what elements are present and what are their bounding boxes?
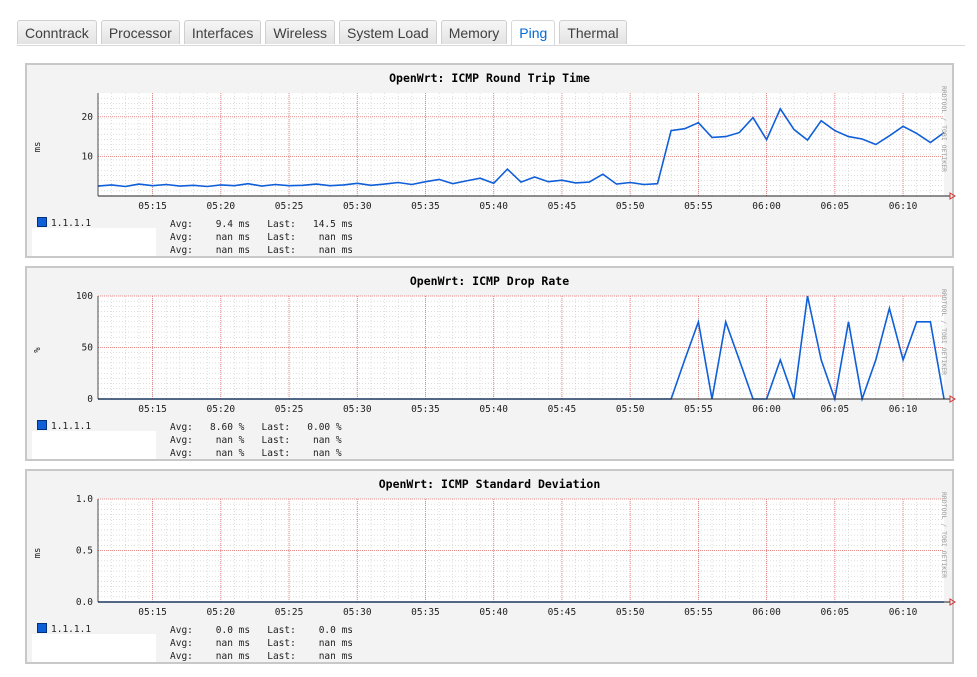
stats-line: Avg: nan ms Last: nan ms: [170, 245, 354, 256]
x-tick-label: 05:40: [479, 607, 508, 618]
x-tick-label: 05:45: [548, 607, 577, 618]
y-tick-label: 1.0: [76, 494, 93, 505]
x-axis-arrow-icon: [949, 192, 956, 200]
stats-line: Avg: nan ms Last: nan ms: [170, 651, 354, 662]
x-tick-label: 05:45: [548, 201, 577, 212]
y-tick-label: 0.5: [76, 546, 93, 557]
y-tick-label: 20: [82, 112, 94, 123]
x-axis-arrow-icon: [949, 598, 956, 606]
x-tick-label: 05:40: [479, 201, 508, 212]
stats-line: Avg: nan ms Last: nan ms: [170, 232, 354, 243]
x-tick-label: 06:10: [889, 404, 918, 415]
legend-blank: [32, 431, 156, 459]
x-tick-label: 05:50: [616, 201, 645, 212]
stats-block: Avg: 9.4 ms Last: 14.5 ms Avg: nan ms Las…: [170, 218, 353, 257]
stats-block: Avg: 8.60 % Last: 0.00 % Avg: nan % Last:…: [170, 421, 342, 460]
rrdtool-watermark: RRDTOOL / TOBI OETIKER: [940, 491, 948, 579]
y-axis-label: ms: [33, 141, 43, 153]
x-tick-label: 06:00: [752, 607, 781, 618]
x-tick-label: 05:30: [343, 404, 372, 415]
tab-memory[interactable]: Memory: [440, 20, 508, 44]
std-dev-plot: 05:15 05:20 05:25 05:30 05:35 05:40 05:45 05:50…: [76, 494, 956, 618]
x-tick-label: 05:55: [684, 607, 713, 618]
tab-thermal[interactable]: Thermal: [559, 20, 627, 44]
x-tick-label: 05:25: [275, 404, 304, 415]
y-tick-label: 0.0: [76, 597, 93, 608]
x-tick-label: 05:30: [343, 607, 372, 618]
stats-block: Avg: 0.0 ms Last: 0.0 ms Avg: nan ms Last…: [170, 624, 353, 663]
stats-line: Avg: 9.4 ms Last: 14.5 ms: [170, 219, 354, 230]
tab-processor[interactable]: Processor: [100, 20, 180, 44]
x-tick-label: 05:40: [479, 404, 508, 415]
tab-ping[interactable]: Ping: [511, 20, 556, 45]
stats-line: Avg: 8.60 % Last: 0.00 %: [170, 422, 342, 433]
x-tick-label: 05:15: [138, 404, 167, 415]
graph-title: OpenWrt: ICMP Drop Rate: [409, 274, 570, 288]
graph-title: OpenWrt: ICMP Round Trip Time: [389, 71, 590, 85]
tab-wireless[interactable]: Wireless: [265, 20, 335, 44]
x-tick-label: 05:20: [207, 607, 236, 618]
y-tick-label: 100: [76, 291, 93, 302]
x-tick-label: 05:50: [616, 404, 645, 415]
x-tick-label: 05:35: [411, 404, 440, 415]
legend-swatch-icon: [37, 217, 47, 227]
x-tick-label: 05:35: [411, 201, 440, 212]
y-axis-label: %: [33, 347, 43, 353]
graph-round-trip-time: 05:15 05:20 05:25 05:30 05:35 05:40 05:45 05:50…: [25, 63, 956, 258]
x-tick-label: 05:20: [207, 404, 236, 415]
x-tick-label: 06:10: [889, 201, 918, 212]
y-axis-label: ms: [33, 547, 43, 559]
x-tick-label: 06:00: [752, 201, 781, 212]
y-tick-label: 0: [87, 394, 93, 405]
graph-drop-rate: 05:15 05:20 05:25 05:30 05:35 05:40 05:45 05:50…: [25, 266, 956, 461]
x-tick-label: 06:05: [821, 607, 850, 618]
x-tick-label: 05:45: [548, 404, 577, 415]
stats-line: Avg: nan % Last: nan %: [170, 435, 342, 446]
x-tick-label: 06:00: [752, 404, 781, 415]
rrdtool-watermark: RRDTOOL / TOBI OETIKER: [940, 85, 948, 173]
x-tick-label: 05:55: [684, 404, 713, 415]
x-tick-label: 05:30: [343, 201, 372, 212]
legend-blank: [32, 634, 156, 662]
legend-swatch-icon: [37, 420, 47, 430]
tab-system-load[interactable]: System Load: [339, 20, 437, 44]
tab-bar: Conntrack Processor Interfaces Wireless Syst…: [17, 20, 965, 46]
legend-swatch-icon: [37, 623, 47, 633]
x-tick-label: 05:55: [684, 201, 713, 212]
x-tick-label: 05:20: [207, 201, 236, 212]
rrdtool-watermark: RRDTOOL / TOBI OETIKER: [940, 288, 948, 376]
stats-line: Avg: 0.0 ms Last: 0.0 ms: [170, 625, 354, 636]
x-tick-label: 05:25: [275, 607, 304, 618]
tab-conntrack[interactable]: Conntrack: [17, 20, 97, 44]
x-tick-label: 06:05: [821, 201, 850, 212]
y-tick-label: 10: [82, 151, 94, 162]
x-tick-label: 05:15: [138, 201, 167, 212]
rtt-plot: 05:15 05:20 05:25 05:30 05:35 05:40 05:45 05:50…: [82, 93, 956, 212]
stats-line: Avg: nan ms Last: nan ms: [170, 638, 354, 649]
stats-line: Avg: nan % Last: nan %: [170, 448, 342, 459]
x-tick-label: 05:50: [616, 607, 645, 618]
legend-blank: [32, 228, 156, 256]
x-axis-arrow-icon: [949, 395, 956, 403]
x-tick-label: 05:15: [138, 607, 167, 618]
x-tick-label: 05:35: [411, 607, 440, 618]
y-tick-label: 50: [82, 343, 94, 354]
tab-interfaces[interactable]: Interfaces: [183, 20, 262, 44]
x-tick-label: 06:10: [889, 607, 918, 618]
drop-rate-plot: 05:15 05:20 05:25 05:30 05:35 05:40 05:45 05:50…: [76, 291, 956, 415]
graph-standard-deviation: 05:15 05:20 05:25 05:30 05:35 05:40 05:45 05:50…: [25, 469, 956, 664]
graph-title: OpenWrt: ICMP Standard Deviation: [378, 477, 601, 491]
x-tick-label: 05:25: [275, 201, 304, 212]
x-tick-label: 06:05: [821, 404, 850, 415]
